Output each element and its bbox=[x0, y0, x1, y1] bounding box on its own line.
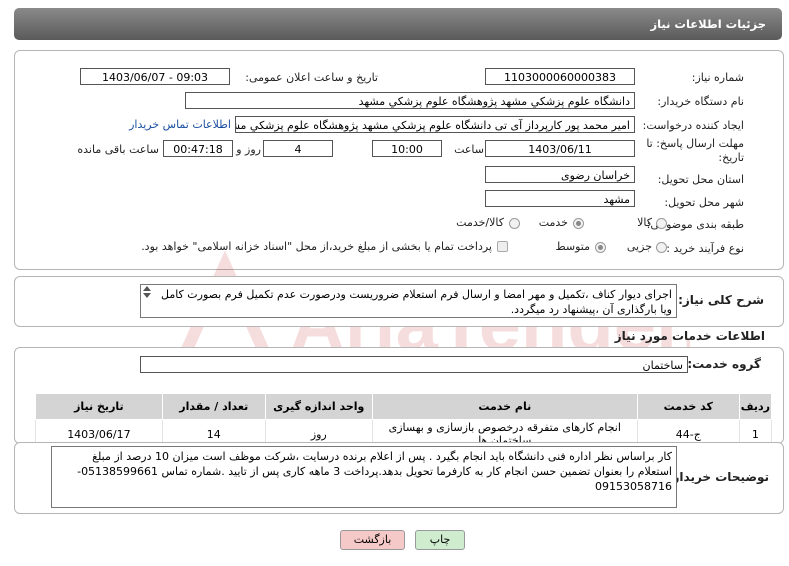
col-service-code: کد خدمت bbox=[636, 393, 740, 420]
remaining-time-label: ساعت باقی مانده bbox=[77, 143, 159, 156]
summary-label: شرح کلی نیاز: bbox=[678, 293, 764, 307]
province-label: استان محل تحویل: bbox=[657, 173, 744, 186]
deadline-date-field: 1403/06/11 bbox=[485, 140, 635, 157]
col-need-date: تاریخ نیاز bbox=[35, 393, 163, 420]
services-table: ردیف کد خدمت نام خدمت واحد اندازه گیری ت… bbox=[35, 393, 773, 449]
col-unit: واحد اندازه گیری bbox=[264, 393, 373, 420]
buyer-notes-textarea[interactable]: کار براساس نظر اداره فنی دانشگاه باید ان… bbox=[51, 446, 677, 508]
category-option-goods: کالا bbox=[637, 216, 652, 229]
col-quantity: تعداد / مقدار bbox=[161, 393, 266, 420]
summary-textarea[interactable]: اجرای دیوار کناف ،تکمیل و مهر امضا و ارس… bbox=[140, 284, 677, 318]
process-option-minor: جزیی bbox=[626, 240, 652, 253]
announce-datetime-field: 1403/06/07 - 09:03 bbox=[80, 68, 230, 85]
process-radio-minor[interactable] bbox=[656, 242, 667, 253]
category-radio-service[interactable] bbox=[573, 218, 584, 229]
page-header: جزئیات اطلاعات نیاز bbox=[14, 8, 782, 40]
col-row-number: ردیف bbox=[738, 393, 773, 420]
category-radio-goods[interactable] bbox=[656, 218, 667, 229]
creator-field: امیر محمد پور کارپرداز آی تی دانشگاه علو… bbox=[235, 116, 635, 133]
category-option-service: خدمت bbox=[538, 216, 568, 229]
scroll-down-icon[interactable] bbox=[143, 293, 151, 298]
deadline-time-label: ساعت bbox=[454, 143, 484, 156]
buyer-notes-label: توضیحات خریدار: bbox=[667, 470, 769, 484]
scroll-up-icon[interactable] bbox=[143, 286, 151, 291]
deadline-label-1: مهلت ارسال پاسخ: تا bbox=[646, 137, 744, 150]
buyer-contact-link[interactable]: اطلاعات تماس خریدار bbox=[129, 118, 231, 131]
treasury-payment-note: پرداخت تمام یا بخشی از مبلغ خرید،از محل … bbox=[141, 240, 492, 253]
category-option-goods-service: کالا/خدمت bbox=[456, 216, 504, 229]
back-button[interactable]: بازگشت bbox=[340, 530, 405, 550]
print-button[interactable]: چاپ bbox=[415, 530, 465, 550]
need-number-field: 1103000060000383 bbox=[485, 68, 635, 85]
process-option-medium: متوسط bbox=[555, 240, 590, 253]
need-number-label: شماره نیاز: bbox=[691, 71, 744, 84]
services-section-title: اطلاعات خدمات مورد نیاز bbox=[614, 329, 765, 343]
page-title: جزئیات اطلاعات نیاز bbox=[650, 17, 766, 31]
days-label: روز و bbox=[236, 143, 261, 156]
days-remaining-field: 4 bbox=[263, 140, 333, 157]
category-radio-goods-service[interactable] bbox=[509, 218, 520, 229]
city-label: شهر محل تحویل: bbox=[664, 196, 744, 209]
buyer-org-label: نام دستگاه خریدار: bbox=[657, 95, 744, 108]
process-type-label: نوع فرآیند خرید : bbox=[666, 242, 744, 255]
table-header-row: ردیف کد خدمت نام خدمت واحد اندازه گیری ت… bbox=[35, 393, 773, 420]
process-radio-medium[interactable] bbox=[595, 242, 606, 253]
city-field: مشهد bbox=[485, 190, 635, 207]
deadline-time-field: 10:00 bbox=[372, 140, 442, 157]
service-group-field: ساختمان bbox=[140, 356, 688, 373]
province-field: خراسان رضوی bbox=[485, 166, 635, 183]
service-group-label: گروه خدمت: bbox=[687, 357, 761, 371]
deadline-label-2: تاریخ: bbox=[718, 151, 744, 164]
creator-label: ایجاد کننده درخواست: bbox=[642, 119, 744, 132]
col-service-name: نام خدمت bbox=[371, 393, 638, 420]
treasury-payment-checkbox[interactable] bbox=[497, 241, 508, 252]
remaining-time-field: 00:47:18 bbox=[163, 140, 233, 157]
buyer-org-field: دانشگاه علوم پزشکي مشهد پژوهشگاه علوم پز… bbox=[185, 92, 635, 109]
announce-datetime-label: تاریخ و ساعت اعلان عمومی: bbox=[245, 71, 378, 84]
